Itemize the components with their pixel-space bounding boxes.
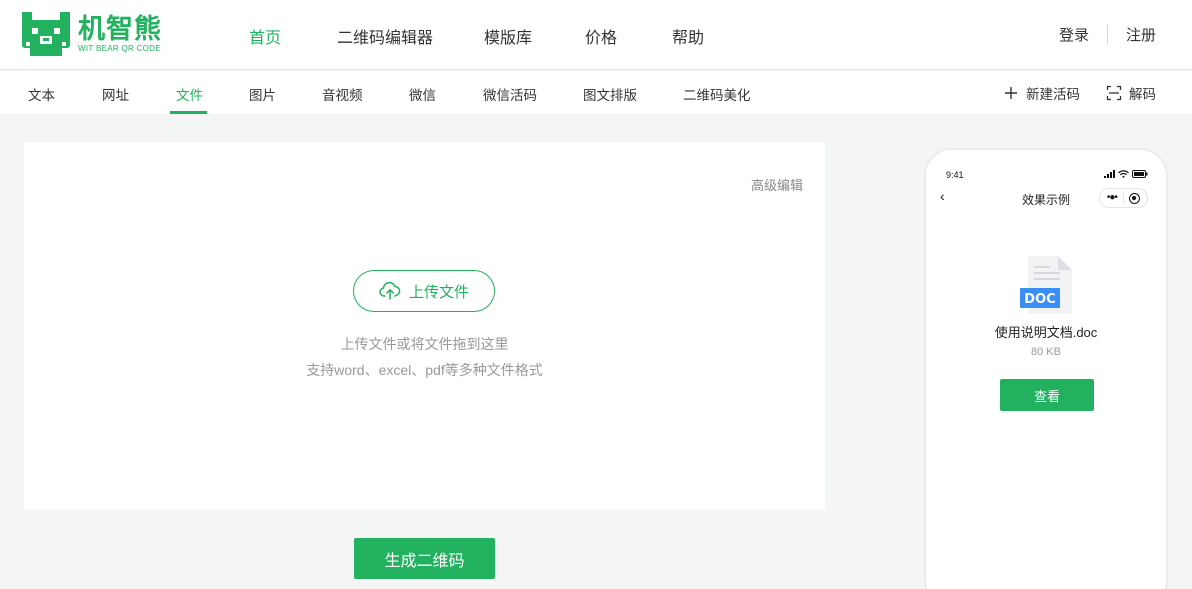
new-live-code-label: 新建活码 <box>1026 87 1080 102</box>
tab-qr-beautify[interactable]: 二维码美化 <box>683 84 751 104</box>
sub-actions: 新建活码 解码 <box>1003 83 1156 103</box>
nav-pricing[interactable]: 价格 <box>585 24 617 48</box>
nav-home[interactable]: 首页 <box>249 24 281 48</box>
upload-file-label: 上传文件 <box>408 283 469 301</box>
upload-file-button[interactable]: 上传文件 <box>353 270 495 312</box>
auth-divider <box>1106 24 1108 45</box>
generate-qr-button[interactable]: 生成二维码 <box>354 538 495 579</box>
more-dots-icon[interactable]: •●• <box>1107 193 1118 203</box>
new-live-code-button[interactable]: 新建活码 <box>1003 83 1080 103</box>
doc-badge-text: DOC <box>1024 292 1055 307</box>
tab-url[interactable]: 网址 <box>102 84 129 104</box>
top-header: 机智熊 WIT BEAR QR CODE 首页 二维码编辑器 模版库 价格 帮助… <box>0 0 1192 70</box>
tab-text[interactable]: 文本 <box>28 84 55 104</box>
phone-preview: 9:41 ‹ 效果示例 •●• DOC 使用说明文档.doc 80 KB 查看 <box>924 148 1168 589</box>
file-size: 80 KB <box>1031 346 1061 358</box>
supported-formats-hint: 支持word、excel、pdf等多种文件格式 <box>306 362 543 378</box>
advanced-edit-link[interactable]: 高级编辑 <box>751 175 803 194</box>
tab-file[interactable]: 文件 <box>176 84 203 104</box>
tab-audio-video[interactable]: 音视频 <box>322 84 363 104</box>
status-time: 9:41 <box>946 170 964 180</box>
brand-logo[interactable]: 机智熊 WIT BEAR QR CODE <box>22 12 162 56</box>
scan-icon <box>1106 85 1122 101</box>
nav-help[interactable]: 帮助 <box>672 24 704 48</box>
active-tab-indicator <box>170 111 207 114</box>
tab-wechat-live-code[interactable]: 微信活码 <box>483 84 537 104</box>
close-target-icon[interactable] <box>1129 192 1141 204</box>
type-tabs-bar: 文本 网址 文件 图片 音视频 微信 微信活码 图文排版 二维码美化 新建活码 … <box>0 71 1192 114</box>
decode-label: 解码 <box>1129 87 1156 102</box>
view-file-button[interactable]: 查看 <box>1000 379 1094 411</box>
brand-name-cn: 机智熊 <box>78 14 162 44</box>
nav-qr-editor[interactable]: 二维码编辑器 <box>337 24 433 48</box>
tab-image[interactable]: 图片 <box>249 84 276 104</box>
wifi-icon <box>1118 170 1129 178</box>
cloud-upload-icon <box>379 281 401 300</box>
tab-article-layout[interactable]: 图文排版 <box>583 84 637 104</box>
plus-icon <box>1005 87 1017 99</box>
upload-hint: 上传文件或将文件拖到这里 <box>340 336 509 352</box>
signal-icon <box>1104 170 1115 178</box>
tab-wechat[interactable]: 微信 <box>409 84 436 104</box>
file-name: 使用说明文档.doc <box>994 325 1098 340</box>
bear-logo-icon <box>22 12 70 56</box>
brand-name-en: WIT BEAR QR CODE <box>78 44 161 53</box>
nav-templates[interactable]: 模版库 <box>484 24 532 48</box>
auth-links: 登录 注册 <box>1059 24 1156 45</box>
file-upload-panel[interactable]: 高级编辑 上传文件 上传文件或将文件拖到这里 支持word、excel、pdf等… <box>24 142 825 510</box>
capsule-divider <box>1122 192 1124 204</box>
brand-text: 机智熊 WIT BEAR QR CODE <box>78 14 162 54</box>
register-link[interactable]: 注册 <box>1126 24 1156 45</box>
doc-file-icon: DOC <box>1020 256 1072 314</box>
decode-button[interactable]: 解码 <box>1106 83 1156 103</box>
status-icons <box>1104 170 1148 178</box>
preview-header: ‹ 效果示例 •●• <box>926 188 1166 210</box>
login-link[interactable]: 登录 <box>1059 24 1089 45</box>
mini-program-capsule: •●• <box>1099 188 1148 208</box>
battery-icon <box>1132 170 1148 178</box>
